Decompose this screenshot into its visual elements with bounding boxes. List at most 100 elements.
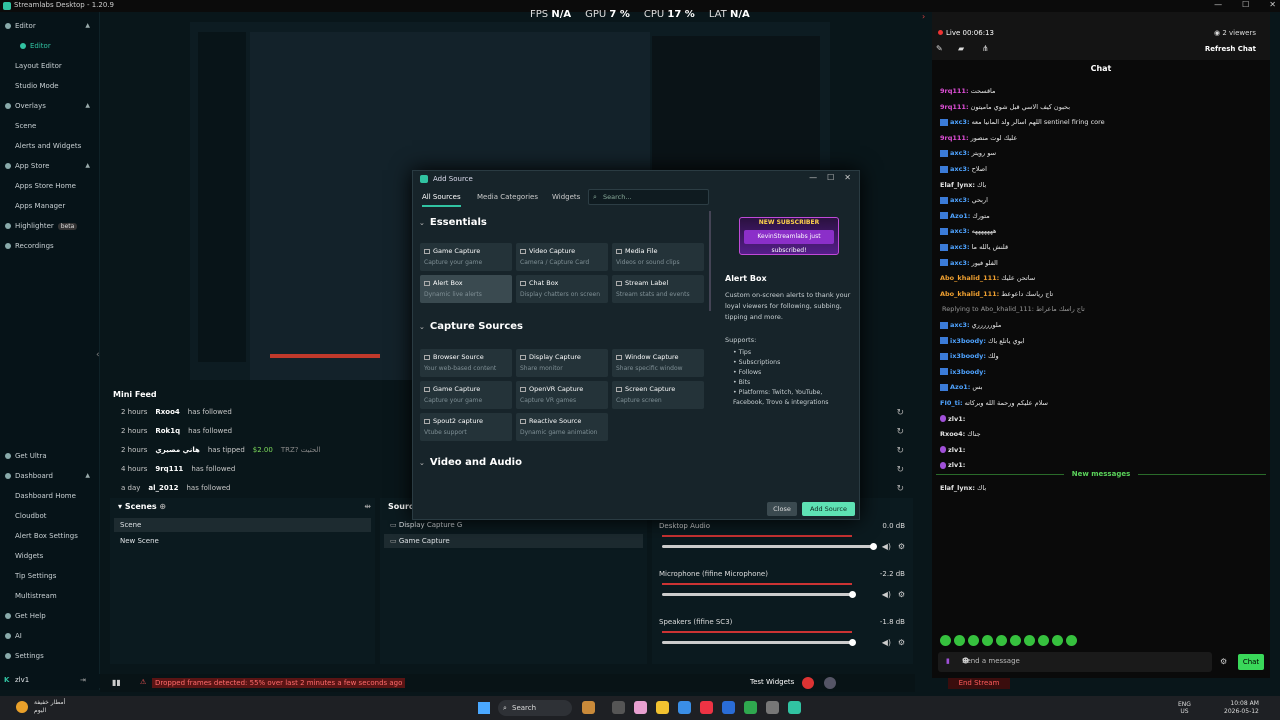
- sidebar-item-recordings[interactable]: Recordings: [0, 238, 100, 254]
- search-input[interactable]: ⌕ Search...: [588, 189, 709, 205]
- scenes-menu-icon[interactable]: ⇹: [364, 502, 371, 511]
- tab-media-categories[interactable]: Media Categories: [477, 193, 538, 201]
- scene-item[interactable]: Scene: [114, 518, 371, 532]
- speaker-icon[interactable]: ◀): [882, 638, 891, 647]
- section-header[interactable]: ⌄ Essentials: [419, 217, 487, 228]
- replay-alert-icon[interactable]: ↻: [896, 427, 904, 437]
- sidebar-item-editor[interactable]: Editor: [0, 38, 100, 54]
- source-card-stream-label[interactable]: Stream Label Stream stats and events: [612, 275, 704, 303]
- weather-text[interactable]: أمطار خفيفة اليوم: [34, 699, 65, 715]
- chat-send-button[interactable]: Chat: [1238, 654, 1264, 670]
- source-card-openvr-capture[interactable]: OpenVR Capture Capture VR games: [516, 381, 608, 409]
- sidebar-item-get-ultra[interactable]: Get Ultra: [0, 448, 100, 464]
- end-stream-button[interactable]: End Stream: [948, 677, 1010, 689]
- emote-icon[interactable]: [996, 635, 1007, 646]
- source-card-spout2-capture[interactable]: Spout2 capture Vtube support: [420, 413, 512, 441]
- chrome-icon[interactable]: [700, 701, 713, 714]
- sidebar-item-ai[interactable]: AI: [0, 628, 100, 644]
- replay-alert-icon[interactable]: ↻: [896, 465, 904, 475]
- add-source-button[interactable]: Add Source: [802, 502, 855, 516]
- section-header[interactable]: ⌄ Capture Sources: [419, 321, 523, 332]
- new-messages-divider[interactable]: New messages: [936, 470, 1266, 478]
- taskbar-search[interactable]: ⌕ Search: [498, 700, 572, 716]
- language-indicator[interactable]: ENG US: [1178, 701, 1191, 715]
- dropped-frames-warning[interactable]: Dropped frames detected: 55% over last 2…: [152, 678, 406, 688]
- settings-icon[interactable]: [766, 701, 779, 714]
- sidebar-item-settings[interactable]: Settings: [0, 648, 100, 664]
- source-card-game-capture[interactable]: Game Capture Capture your game: [420, 243, 512, 271]
- emote-icon[interactable]: [1024, 635, 1035, 646]
- sidebar-item-editor[interactable]: Editor ▲: [0, 18, 100, 34]
- source-card-video-capture[interactable]: Video Capture Camera / Capture Card: [516, 243, 608, 271]
- tab-widgets[interactable]: Widgets: [552, 193, 580, 201]
- sidebar-item-highlighter[interactable]: Highlighter beta: [0, 218, 100, 234]
- emote-icon[interactable]: [1010, 635, 1021, 646]
- test-widgets-button[interactable]: Test Widgets: [750, 678, 794, 686]
- source-item[interactable]: ▭ Game Capture: [384, 534, 643, 548]
- taskbar-app-icon[interactable]: [722, 701, 735, 714]
- sidebar-item-get-help[interactable]: Get Help: [0, 608, 100, 624]
- source-card-reactive-source[interactable]: Reactive Source Dynamic game animation: [516, 413, 608, 441]
- source-card-screen-capture[interactable]: Screen Capture Capture screen: [612, 381, 704, 409]
- emote-icon[interactable]: [1066, 635, 1077, 646]
- volume-slider[interactable]: [662, 545, 872, 548]
- scene-item[interactable]: New Scene: [114, 534, 371, 548]
- speaker-icon[interactable]: ◀): [882, 542, 891, 551]
- emote-icon[interactable]: [1052, 635, 1063, 646]
- emote-icon[interactable]: [1038, 635, 1049, 646]
- sidebar-item-layout-editor[interactable]: Layout Editor: [0, 58, 100, 74]
- source-card-display-capture[interactable]: Display Capture Share monitor: [516, 349, 608, 377]
- gear-icon[interactable]: ⚙: [898, 638, 905, 647]
- taskbar-app-icon[interactable]: [612, 701, 625, 714]
- emote-icon[interactable]: [968, 635, 979, 646]
- gear-icon[interactable]: ⚙: [898, 542, 905, 551]
- sidebar-item-alert-box-settings[interactable]: Alert Box Settings: [0, 528, 100, 544]
- weather-icon[interactable]: [16, 701, 28, 713]
- sidebar-item-tip-settings[interactable]: Tip Settings: [0, 568, 100, 584]
- taskbar-app-icon[interactable]: [582, 701, 595, 714]
- streamlabs-icon[interactable]: [788, 701, 801, 714]
- tab-all-sources[interactable]: All Sources: [422, 193, 461, 207]
- xbox-icon[interactable]: [744, 701, 757, 714]
- source-card-media-file[interactable]: Media File Videos or sound clips: [612, 243, 704, 271]
- taskbar-app-icon[interactable]: [678, 701, 691, 714]
- volume-slider-handle[interactable]: [870, 543, 877, 550]
- close-button[interactable]: Close: [767, 502, 797, 516]
- perf-chart-icon[interactable]: ▮▮: [112, 678, 121, 687]
- share-icon[interactable]: ⋔: [982, 44, 989, 53]
- logout-icon[interactable]: ⇥: [80, 676, 86, 684]
- emote-icon[interactable]: [982, 635, 993, 646]
- record-icon[interactable]: [802, 677, 814, 689]
- section-header[interactable]: ⌄ Video and Audio: [419, 457, 522, 468]
- source-card-browser-source[interactable]: Browser Source Your web-based content: [420, 349, 512, 377]
- sidebar-item-widgets[interactable]: Widgets: [0, 548, 100, 564]
- close-button[interactable]: ✕: [1269, 0, 1276, 9]
- sidebar-item-cloudbot[interactable]: Cloudbot: [0, 508, 100, 524]
- chat-input[interactable]: ▮ Send a message ☻: [938, 652, 1212, 672]
- source-card-window-capture[interactable]: Window Capture Share specific window: [612, 349, 704, 377]
- emoji-icon[interactable]: ☻: [962, 657, 1206, 665]
- speaker-icon[interactable]: ◀): [882, 590, 891, 599]
- sidebar-item-studio-mode[interactable]: Studio Mode: [0, 78, 100, 94]
- sidebar-item-alerts-and-widgets[interactable]: Alerts and Widgets: [0, 138, 100, 154]
- emote-icon[interactable]: [940, 635, 951, 646]
- replay-alert-icon[interactable]: ↻: [896, 446, 904, 456]
- chat-settings-icon[interactable]: ⚙: [1220, 657, 1227, 666]
- source-card-chat-box[interactable]: Chat Box Display chatters on screen: [516, 275, 608, 303]
- refresh-chat-button[interactable]: Refresh Chat: [1205, 45, 1256, 53]
- volume-slider-handle[interactable]: [849, 591, 856, 598]
- sidebar-item-dashboard[interactable]: Dashboard ▲: [0, 468, 100, 484]
- collapse-left-icon[interactable]: ‹: [96, 350, 100, 360]
- source-item[interactable]: ▭ Display Capture G: [384, 518, 643, 532]
- volume-slider[interactable]: [662, 593, 851, 596]
- source-card-game-capture[interactable]: Game Capture Capture your game: [420, 381, 512, 409]
- folder-icon[interactable]: [656, 701, 669, 714]
- clock[interactable]: 10:08 AM 2026-05-12: [1224, 700, 1259, 716]
- gear-icon[interactable]: ⚙: [898, 590, 905, 599]
- maximize-button[interactable]: ☐: [1242, 0, 1249, 9]
- emote-bar[interactable]: [940, 635, 1077, 646]
- dashboard-icon[interactable]: ▰: [958, 44, 964, 53]
- dialog-maximize-button[interactable]: ☐: [827, 173, 834, 182]
- edit-icon[interactable]: ✎: [936, 44, 943, 53]
- sidebar-item-dashboard-home[interactable]: Dashboard Home: [0, 488, 100, 504]
